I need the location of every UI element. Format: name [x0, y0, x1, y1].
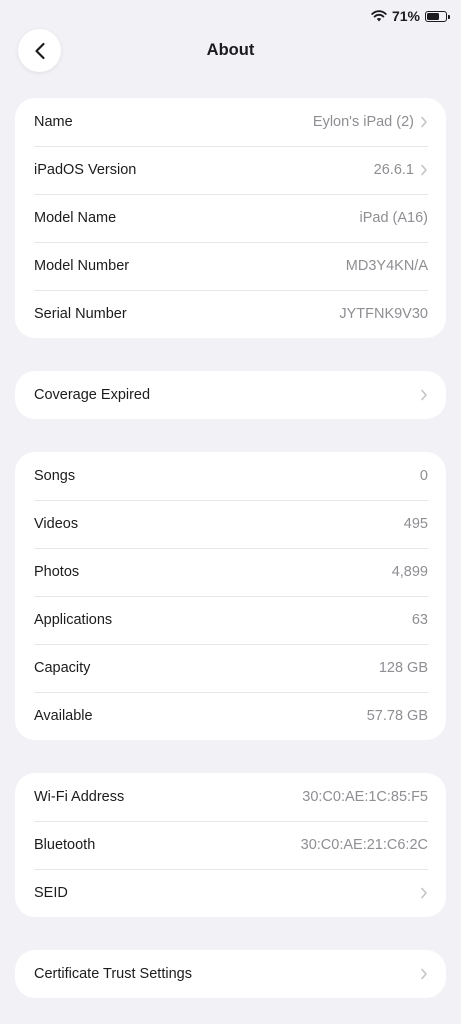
- photos-row: Photos 4,899: [15, 548, 446, 596]
- row-value: 30:C0:AE:1C:85:F5: [302, 789, 428, 805]
- navigation-bar: About: [0, 29, 461, 73]
- status-bar: 71%: [371, 6, 450, 26]
- chevron-right-icon: [421, 887, 427, 899]
- available-row: Available 57.78 GB: [15, 692, 446, 740]
- battery-level-fill: [427, 12, 440, 20]
- row-label: SEID: [34, 885, 68, 901]
- page-title: About: [206, 41, 255, 59]
- row-label: Model Number: [34, 258, 130, 274]
- battery-percentage: 71%: [391, 8, 420, 24]
- row-label: Applications: [34, 612, 113, 628]
- ipados-version-row[interactable]: iPadOS Version 26.6.1: [15, 146, 446, 194]
- row-label: Photos: [34, 564, 80, 580]
- model-number-row: Model Number MD3Y4KN/A: [15, 242, 446, 290]
- videos-row: Videos 495: [15, 500, 446, 548]
- songs-row: Songs 0: [15, 452, 446, 500]
- row-label: Videos: [34, 516, 79, 532]
- row-value: JYTFNK9V30: [339, 306, 428, 322]
- row-label: Available: [34, 708, 93, 724]
- row-value: iPad (A16): [359, 210, 428, 226]
- row-label: Coverage Expired: [34, 387, 151, 403]
- capacity-row: Capacity 128 GB: [15, 644, 446, 692]
- serial-number-row: Serial Number JYTFNK9V30: [15, 290, 446, 338]
- bluetooth-row: Bluetooth 30:C0:AE:21:C6:2C: [15, 821, 446, 869]
- device-info-group: Name Eylon's iPad (2) iPadOS Version 26.…: [15, 98, 446, 338]
- certificate-group: Certificate Trust Settings: [15, 950, 446, 998]
- row-value: Eylon's iPad (2): [312, 114, 414, 130]
- row-value: 495: [403, 516, 428, 532]
- certificate-trust-settings-row[interactable]: Certificate Trust Settings: [15, 950, 446, 998]
- row-value: 30:C0:AE:21:C6:2C: [300, 837, 428, 853]
- row-label: Serial Number: [34, 306, 127, 322]
- chevron-right-icon: [421, 389, 427, 401]
- chevron-right-icon: [421, 164, 427, 176]
- battery-icon: [425, 10, 450, 22]
- row-value: 63: [411, 612, 428, 628]
- row-value: 128 GB: [378, 660, 428, 676]
- row-label: Songs: [34, 468, 76, 484]
- row-label: Model Name: [34, 210, 117, 226]
- row-value: 57.78 GB: [366, 708, 428, 724]
- chevron-right-icon: [421, 116, 427, 128]
- seid-row[interactable]: SEID: [15, 869, 446, 917]
- row-value: MD3Y4KN/A: [345, 258, 428, 274]
- row-value: 26.6.1: [373, 162, 414, 178]
- network-group: Wi-Fi Address 30:C0:AE:1C:85:F5 Bluetoot…: [15, 773, 446, 917]
- name-row[interactable]: Name Eylon's iPad (2): [15, 98, 446, 146]
- row-label: Name: [34, 114, 73, 130]
- coverage-row[interactable]: Coverage Expired: [15, 371, 446, 419]
- row-label: Certificate Trust Settings: [34, 966, 192, 982]
- row-value: 0: [419, 468, 428, 484]
- coverage-group: Coverage Expired: [15, 371, 446, 419]
- row-label: Wi-Fi Address: [34, 789, 125, 805]
- applications-row: Applications 63: [15, 596, 446, 644]
- row-value: 4,899: [391, 564, 428, 580]
- row-label: iPadOS Version: [34, 162, 137, 178]
- wifi-icon: [371, 10, 387, 22]
- row-label: Capacity: [34, 660, 91, 676]
- model-name-row: Model Name iPad (A16): [15, 194, 446, 242]
- media-stats-group: Songs 0 Videos 495 Photos 4,899 Applicat…: [15, 452, 446, 740]
- chevron-right-icon: [421, 968, 427, 980]
- row-label: Bluetooth: [34, 837, 96, 853]
- wifi-address-row: Wi-Fi Address 30:C0:AE:1C:85:F5: [15, 773, 446, 821]
